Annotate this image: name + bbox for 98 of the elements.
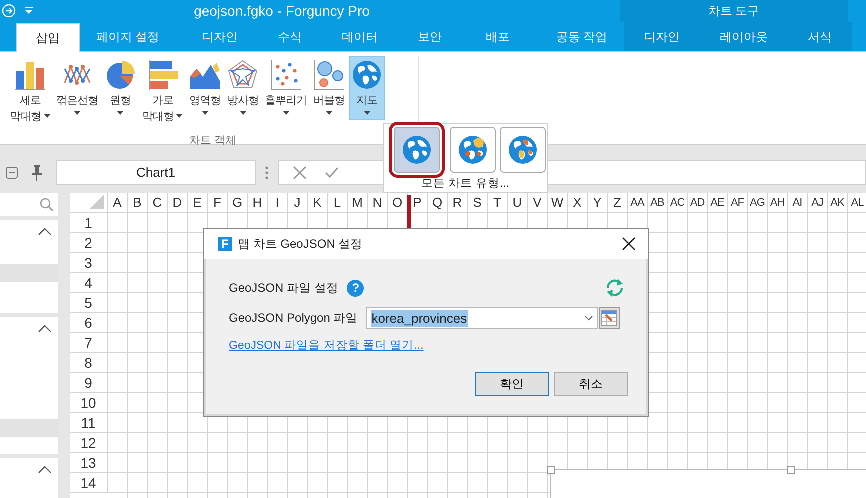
row-header[interactable]: 1 (70, 213, 108, 233)
folder-link[interactable]: GeoJSON 파일을 저장할 폴더 열기... (229, 338, 424, 353)
close-icon[interactable] (622, 237, 636, 251)
column-header[interactable]: L (328, 193, 348, 213)
search-field[interactable] (0, 193, 58, 216)
column-header[interactable]: J (288, 193, 308, 213)
bubble-chart-icon (313, 59, 345, 91)
all-chart-types-link[interactable]: 모든 차트 유형... (422, 176, 510, 191)
row-header[interactable]: 2 (70, 233, 108, 253)
bar-chart-icon (146, 59, 179, 91)
row-header[interactable]: 11 (70, 413, 108, 433)
bubble-map-icon (456, 134, 488, 166)
section-label: GeoJSON 파일 설정 (229, 280, 338, 296)
ribbon-tab[interactable]: 디자인 (636, 23, 688, 52)
cancel-icon[interactable] (293, 166, 307, 180)
chevron-icon[interactable] (38, 228, 52, 236)
window-title: geojson.fgko - Forguncy Pro (193, 3, 371, 19)
refresh-icon[interactable] (604, 277, 626, 299)
map-chart-option[interactable] (450, 127, 496, 173)
dialog-title: 맵 차트 GeoJSON 설정 (238, 236, 364, 252)
chart-type-button[interactable]: 영역형 (187, 56, 223, 120)
scatter-chart-icon (270, 59, 302, 91)
column-header[interactable]: C (148, 193, 168, 213)
column-header[interactable]: I (268, 193, 288, 213)
quick-access-menu-icon[interactable] (24, 6, 34, 16)
row-header[interactable]: 6 (70, 313, 108, 333)
dialog-button[interactable]: 확인 (475, 372, 549, 396)
column-header[interactable]: F (208, 193, 228, 213)
radar-chart-icon (227, 59, 259, 91)
column-header[interactable]: W (548, 193, 568, 213)
chart-type-button[interactable]: 흩뿌리기 (263, 56, 309, 120)
row-header[interactable]: 4 (70, 273, 108, 293)
column-header[interactable]: Y (588, 193, 608, 213)
chevron-down-icon (584, 316, 593, 320)
ribbon-tab[interactable]: 삽입 (16, 23, 80, 52)
chart-type-button[interactable]: 버블형 (311, 56, 347, 120)
pin-icon[interactable] (32, 164, 42, 180)
row-header[interactable]: 14 (70, 473, 108, 493)
column-header[interactable]: AJ (808, 193, 828, 213)
heat-map-icon (506, 134, 538, 166)
column-header[interactable]: AB (648, 193, 668, 213)
collapse-icon[interactable] (6, 166, 18, 178)
column-header[interactable]: AL (848, 193, 866, 213)
name-box[interactable]: Chart1 (56, 160, 256, 185)
column-header[interactable]: AE (708, 193, 728, 213)
column-header[interactable]: A (108, 193, 128, 213)
column-chart-icon (14, 59, 46, 91)
check-icon[interactable] (325, 166, 339, 178)
group-label: 차트 객체 (188, 134, 238, 148)
column-header[interactable]: X (568, 193, 588, 213)
chart-type-button[interactable]: 가로 막대형 (140, 56, 185, 120)
column-header[interactable]: AG (748, 193, 768, 213)
column-header[interactable]: AI (788, 193, 808, 213)
row-header[interactable]: 5 (70, 293, 108, 313)
more-icon[interactable] (265, 166, 269, 180)
column-header[interactable]: G (228, 193, 248, 213)
column-header[interactable]: AH (768, 193, 788, 213)
chart-type-button[interactable]: 지도 (349, 56, 385, 120)
column-header[interactable]: H (248, 193, 268, 213)
context-title: 차트 도구 (620, 0, 848, 22)
row-header[interactable]: 7 (70, 333, 108, 353)
row-header[interactable]: 12 (70, 433, 108, 453)
chart-type-button[interactable]: 원형 (102, 56, 138, 120)
row-header[interactable]: 13 (70, 453, 108, 473)
globe-icon (351, 59, 383, 91)
globe-icon (400, 134, 432, 166)
field-label: GeoJSON Polygon 파일 (229, 310, 358, 326)
column-header[interactable]: E (188, 193, 208, 213)
column-header[interactable]: AD (688, 193, 708, 213)
row-header[interactable]: 3 (70, 253, 108, 273)
column-header[interactable]: Z (608, 193, 628, 213)
chevron-icon[interactable] (38, 325, 52, 333)
app-logo: F (218, 237, 232, 251)
column-header[interactable]: K (308, 193, 328, 213)
map-chart-option[interactable] (500, 127, 546, 173)
column-header[interactable]: AK (828, 193, 848, 213)
column-header[interactable]: B (128, 193, 148, 213)
table-icon (601, 310, 618, 326)
row-header[interactable]: 9 (70, 373, 108, 393)
column-header[interactable]: D (168, 193, 188, 213)
file-dropdown[interactable]: korea_provinces (366, 307, 598, 329)
column-header[interactable]: AF (728, 193, 748, 213)
chart-type-button[interactable]: 세로 막대형 (8, 56, 52, 120)
row-header[interactable]: 8 (70, 353, 108, 373)
ribbon-tab[interactable]: 레이아웃 (712, 23, 776, 52)
ribbon-tab[interactable]: 서식 (800, 23, 840, 52)
back-icon[interactable] (2, 4, 16, 18)
column-header[interactable]: AC (668, 193, 688, 213)
chart-type-button[interactable]: 꺾은선형 (54, 56, 100, 120)
table-picker-button[interactable] (598, 307, 620, 329)
pie-chart-icon (104, 59, 136, 91)
row-header[interactable]: 10 (70, 393, 108, 413)
search-icon (40, 198, 54, 212)
chart-type-button[interactable]: 방사형 (225, 56, 261, 120)
column-header[interactable]: M (348, 193, 368, 213)
dialog-button[interactable]: 취소 (554, 372, 628, 396)
chevron-icon[interactable] (38, 466, 52, 474)
column-header[interactable]: AA (628, 193, 648, 213)
